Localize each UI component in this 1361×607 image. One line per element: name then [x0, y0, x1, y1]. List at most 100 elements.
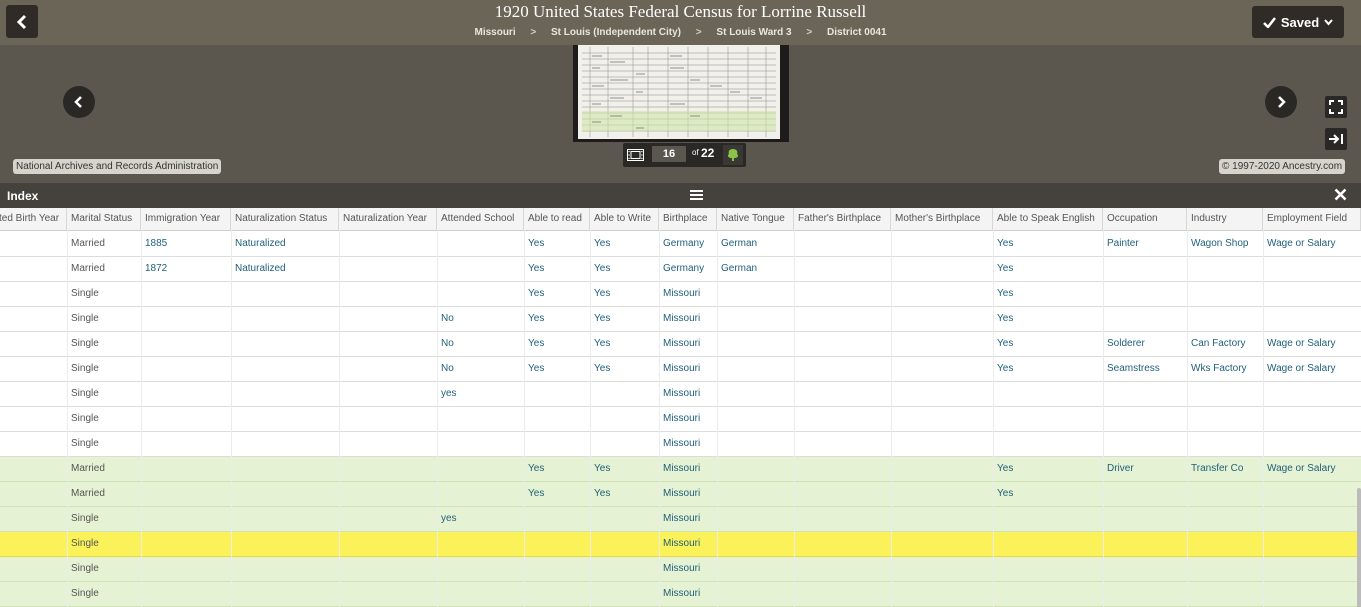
table-cell[interactable]: Yes	[993, 257, 1103, 281]
table-cell[interactable]: Yes	[590, 282, 659, 306]
column-header[interactable]: Native Tongue	[717, 208, 794, 230]
table-cell[interactable]: Missouri	[659, 357, 717, 381]
table-cell[interactable]: Missouri	[659, 507, 717, 531]
table-cell[interactable]: Germany	[659, 257, 717, 281]
table-cell[interactable]: Yes	[993, 357, 1103, 381]
column-header[interactable]: Occupation	[1103, 208, 1187, 230]
table-cell[interactable]: Germany	[659, 232, 717, 256]
image-viewer[interactable]: of 22 National Archives and Records Admi…	[0, 45, 1361, 183]
table-cell[interactable]: Yes	[993, 232, 1103, 256]
table-row[interactable]: Married Yes Yes Missouri Yes Driver Transfer C…	[0, 457, 1361, 482]
table-cell[interactable]: Can Factory	[1187, 332, 1263, 356]
table-row[interactable]: Married 1872 Naturalized Yes Yes Germany Germa…	[0, 257, 1361, 282]
table-cell[interactable]: Naturalized	[231, 232, 339, 256]
filmstrip-button[interactable]	[625, 147, 645, 163]
previous-image-button[interactable]	[63, 86, 95, 118]
table-row[interactable]: Single yes Missouri	[0, 507, 1361, 532]
table-cell[interactable]: Missouri	[659, 282, 717, 306]
table-scrollbar[interactable]	[1357, 488, 1361, 607]
table-cell[interactable]: yes	[437, 382, 524, 406]
table-cell[interactable]: Yes	[524, 282, 590, 306]
table-cell[interactable]: Yes	[524, 357, 590, 381]
table-cell[interactable]: Yes	[993, 482, 1103, 506]
table-row[interactable]: Married Yes Yes Missouri Yes	[0, 482, 1361, 507]
table-cell[interactable]: Yes	[524, 332, 590, 356]
table-cell[interactable]: Wage or Salary	[1263, 232, 1361, 256]
table-cell[interactable]: Yes	[524, 482, 590, 506]
table-row[interactable]: Single Missouri	[0, 557, 1361, 582]
table-row[interactable]: Single No Yes Yes Missouri Yes	[0, 307, 1361, 332]
column-header[interactable]: Marital Status	[67, 208, 141, 230]
table-cell[interactable]: No	[437, 357, 524, 381]
table-cell[interactable]: Missouri	[659, 332, 717, 356]
table-cell[interactable]: Solderer	[1103, 332, 1187, 356]
column-header[interactable]: Naturalization Status	[231, 208, 339, 230]
table-cell[interactable]: Yes	[590, 357, 659, 381]
table-cell[interactable]: No	[437, 307, 524, 331]
column-header[interactable]: Able to Speak English	[993, 208, 1103, 230]
panel-toggle-button[interactable]	[1325, 128, 1347, 150]
close-icon[interactable]	[1334, 188, 1347, 201]
table-cell[interactable]: Yes	[590, 307, 659, 331]
table-cell[interactable]: Yes	[993, 307, 1103, 331]
breadcrumb-state[interactable]: Missouri	[474, 27, 515, 38]
table-cell[interactable]: Yes	[993, 332, 1103, 356]
column-header[interactable]: Birthplace	[659, 208, 717, 230]
table-cell[interactable]: 1885	[141, 232, 231, 256]
table-cell[interactable]: German	[717, 232, 794, 256]
table-cell[interactable]: Painter	[1103, 232, 1187, 256]
table-cell[interactable]: Yes	[524, 457, 590, 481]
column-header[interactable]: Employment Field	[1263, 208, 1361, 230]
table-cell[interactable]: Missouri	[659, 432, 717, 456]
column-header[interactable]: Industry	[1187, 208, 1263, 230]
census-image-thumbnail[interactable]	[573, 45, 789, 142]
table-cell[interactable]: Yes	[524, 232, 590, 256]
table-cell[interactable]: German	[717, 257, 794, 281]
table-cell[interactable]: Yes	[524, 257, 590, 281]
table-cell[interactable]: Missouri	[659, 307, 717, 331]
next-image-button[interactable]	[1265, 86, 1297, 118]
table-cell[interactable]: Missouri	[659, 557, 717, 581]
table-row[interactable]: Single Missouri	[0, 582, 1361, 607]
breadcrumb-ward[interactable]: St Louis Ward 3	[716, 27, 791, 38]
table-cell[interactable]: Wage or Salary	[1263, 357, 1361, 381]
column-header[interactable]: Able to Write	[590, 208, 659, 230]
table-cell[interactable]: Yes	[590, 232, 659, 256]
table-cell[interactable]: Missouri	[659, 407, 717, 431]
table-cell[interactable]: Wage or Salary	[1263, 457, 1361, 481]
column-header[interactable]: Mother's Birthplace	[891, 208, 993, 230]
table-cell[interactable]: Wks Factory	[1187, 357, 1263, 381]
table-cell[interactable]: Missouri	[659, 382, 717, 406]
table-row[interactable]: Single No Yes Yes Missouri Yes Seamstress Wks F…	[0, 357, 1361, 382]
column-header[interactable]: Able to read	[524, 208, 590, 230]
table-cell[interactable]: Wage or Salary	[1263, 332, 1361, 356]
table-cell[interactable]: Transfer Co	[1187, 457, 1263, 481]
table-row[interactable]: Single No Yes Yes Missouri Yes Solderer Can Fac…	[0, 332, 1361, 357]
table-cell[interactable]: Yes	[524, 307, 590, 331]
table-row[interactable]: Single Missouri	[0, 532, 1361, 557]
table-cell[interactable]: Missouri	[659, 532, 717, 556]
column-header[interactable]: Attended School	[437, 208, 524, 230]
column-header[interactable]: Immigration Year	[141, 208, 231, 230]
page-number-input[interactable]	[652, 146, 686, 162]
table-cell[interactable]: Driver	[1103, 457, 1187, 481]
table-cell[interactable]: yes	[437, 507, 524, 531]
table-cell[interactable]: Naturalized	[231, 257, 339, 281]
table-cell[interactable]: Missouri	[659, 482, 717, 506]
table-row[interactable]: Single Yes Yes Missouri Yes	[0, 282, 1361, 307]
table-cell[interactable]: Yes	[993, 282, 1103, 306]
table-row[interactable]: Married 1885 Naturalized Yes Yes Germany Germa…	[0, 232, 1361, 257]
table-cell[interactable]: Yes	[993, 457, 1103, 481]
table-row[interactable]: Single yes Missouri	[0, 382, 1361, 407]
menu-icon[interactable]	[690, 190, 703, 200]
table-cell[interactable]: Yes	[590, 332, 659, 356]
table-cell[interactable]: Missouri	[659, 457, 717, 481]
table-cell[interactable]: 1872	[141, 257, 231, 281]
table-cell[interactable]: Yes	[590, 482, 659, 506]
fullscreen-button[interactable]	[1325, 96, 1347, 118]
table-cell[interactable]: No	[437, 332, 524, 356]
table-cell[interactable]: Wagon Shop	[1187, 232, 1263, 256]
table-cell[interactable]: Missouri	[659, 582, 717, 606]
table-row[interactable]: Single Missouri	[0, 407, 1361, 432]
table-cell[interactable]: Yes	[590, 257, 659, 281]
